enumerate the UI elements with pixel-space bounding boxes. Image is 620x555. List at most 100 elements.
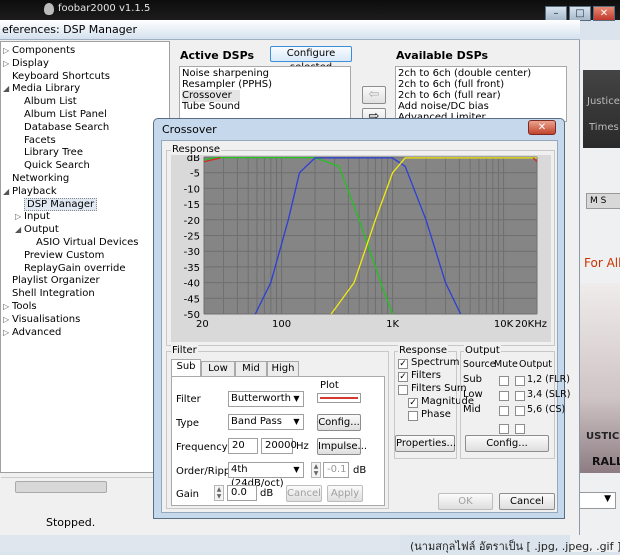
order-select[interactable]: 4th (24dB/oct) ▼ bbox=[228, 462, 304, 489]
y-tick-label: dB bbox=[187, 155, 200, 164]
config-button[interactable]: Config... bbox=[317, 414, 361, 431]
tree-item-label: Facets bbox=[24, 134, 56, 146]
filter-type-select[interactable]: Butterworth ▼ bbox=[228, 391, 304, 407]
tree-item-label: Advanced bbox=[12, 326, 62, 338]
tree-horizontal-scrollbar[interactable] bbox=[1, 477, 171, 495]
tree-item[interactable]: ▷ Advanced bbox=[3, 326, 61, 339]
ok-button[interactable]: OK bbox=[438, 493, 493, 510]
checkbox-filters[interactable]: ✓ bbox=[398, 372, 408, 382]
maximize-button[interactable]: □ bbox=[569, 6, 591, 21]
apply-button[interactable]: Apply bbox=[327, 485, 363, 502]
expand-arrow-icon[interactable]: ▷ bbox=[3, 57, 12, 70]
frequency-high-input[interactable]: 20000 bbox=[261, 438, 297, 454]
app-title: foobar2000 v1.1.5 bbox=[58, 3, 151, 14]
y-tick-label: -30 bbox=[184, 247, 200, 258]
tree-item-label: Album List bbox=[24, 96, 77, 108]
response-options-group: Response ✓ Spectrum ✓ Filters Filters Sum ✓ Ma… bbox=[394, 345, 474, 459]
output-extra-checkbox[interactable] bbox=[499, 424, 509, 434]
checkbox-magnitude[interactable]: ✓ bbox=[408, 398, 418, 408]
tree-item[interactable]: Keyboard Shortcuts bbox=[3, 70, 110, 83]
expand-arrow-icon[interactable]: ▷ bbox=[3, 44, 12, 57]
tree-item[interactable]: Quick Search bbox=[15, 159, 90, 172]
output-checkbox[interactable] bbox=[515, 406, 525, 416]
tree-item[interactable]: ▷ Display bbox=[3, 57, 49, 70]
impulse-button[interactable]: Impulse... bbox=[317, 438, 367, 455]
expand-arrow-icon[interactable]: ◢ bbox=[3, 185, 12, 198]
gain-input[interactable]: 0.0 bbox=[227, 485, 257, 501]
tree-item[interactable]: DSP Manager bbox=[15, 197, 98, 211]
expand-arrow-icon[interactable]: ▷ bbox=[3, 300, 12, 313]
expand-arrow-icon[interactable]: ▷ bbox=[3, 313, 12, 326]
remove-dsp-arrow-icon[interactable]: ⇦ bbox=[362, 86, 386, 104]
background-footer bbox=[0, 535, 400, 552]
tree-item[interactable]: Shell Integration bbox=[3, 287, 95, 300]
y-tick-label: -5 bbox=[190, 169, 200, 180]
tab-sub[interactable]: Sub bbox=[171, 359, 201, 377]
output-checkbox[interactable] bbox=[515, 376, 525, 386]
tree-item[interactable]: Facets bbox=[15, 134, 56, 147]
filter-cancel-button[interactable]: Cancel bbox=[286, 485, 322, 502]
tab-mid[interactable]: Mid bbox=[235, 361, 267, 376]
frequency-unit: Hz bbox=[296, 441, 309, 452]
minimize-button[interactable]: – bbox=[545, 6, 567, 21]
tree-item[interactable]: ▷ Visualisations bbox=[3, 313, 80, 326]
cancel-button[interactable]: Cancel bbox=[499, 493, 555, 510]
tree-item[interactable]: ◢ Media Library bbox=[3, 82, 80, 95]
tree-item-label: Database Search bbox=[24, 121, 110, 133]
properties-button[interactable]: Properties... bbox=[395, 435, 456, 452]
background-ms-label: M S bbox=[586, 193, 620, 209]
scrollbar-thumb[interactable] bbox=[15, 481, 107, 493]
list-item[interactable]: Tube Sound bbox=[182, 101, 240, 113]
plot-color-swatch[interactable] bbox=[317, 393, 361, 403]
gain-spinner[interactable]: ▲ ▼ bbox=[214, 485, 224, 501]
tree-item[interactable]: ASIO Virtual Devices bbox=[27, 236, 138, 249]
tree-item[interactable]: Database Search bbox=[15, 121, 109, 134]
tree-item[interactable]: ◢ Playback bbox=[3, 185, 57, 198]
tab-low[interactable]: Low bbox=[201, 361, 235, 376]
expand-arrow-icon[interactable]: ▷ bbox=[15, 210, 24, 223]
ripple-input[interactable]: -0.1 bbox=[323, 462, 349, 478]
tree-item-label: Media Library bbox=[12, 83, 81, 95]
plot-label: Plot bbox=[320, 380, 339, 391]
checkbox-spectrum[interactable]: ✓ bbox=[398, 359, 408, 369]
tree-item-label: Display bbox=[12, 57, 49, 69]
checkbox-phase[interactable] bbox=[408, 411, 418, 421]
tree-item[interactable]: Album List bbox=[15, 95, 77, 108]
configure-selected-button[interactable]: Configure selected bbox=[270, 46, 352, 73]
chevron-down-icon: ▼ bbox=[604, 494, 611, 504]
tree-item[interactable]: Preview Custom bbox=[15, 249, 104, 262]
tree-item[interactable]: ▷ Components bbox=[3, 44, 75, 57]
mute-checkbox[interactable] bbox=[499, 406, 509, 416]
crossover-close-icon[interactable]: ✕ bbox=[528, 120, 556, 135]
filter-group: Filter Sub Low Mid High Filter Butterwor… bbox=[166, 345, 389, 509]
tree-item-label: Visualisations bbox=[12, 313, 81, 325]
tree-item[interactable]: Networking bbox=[3, 172, 69, 185]
tree-item[interactable]: Album List Panel bbox=[15, 108, 107, 121]
mute-checkbox[interactable] bbox=[499, 391, 509, 401]
type-select[interactable]: Band Pass ▼ bbox=[228, 414, 304, 430]
tree-item[interactable]: ▷ Input bbox=[15, 210, 50, 223]
tab-high[interactable]: High bbox=[267, 361, 299, 376]
frequency-low-input[interactable]: 20 bbox=[228, 438, 258, 454]
expand-arrow-icon[interactable]: ◢ bbox=[3, 82, 12, 95]
foobar-logo-icon bbox=[44, 3, 54, 15]
tree-item[interactable]: ◢ Output bbox=[15, 223, 59, 236]
ripple-spinner[interactable]: ▲ ▼ bbox=[311, 462, 321, 478]
close-icon[interactable]: ✕ bbox=[593, 6, 615, 21]
expand-arrow-icon[interactable]: ▷ bbox=[3, 326, 12, 339]
filter-type-value: Butterworth bbox=[231, 393, 291, 404]
output-config-button[interactable]: Config... bbox=[465, 435, 549, 452]
mute-checkbox[interactable] bbox=[499, 376, 509, 386]
response-group-label: Response bbox=[171, 144, 222, 155]
output-extra-checkbox-2[interactable] bbox=[515, 424, 525, 434]
tree-item[interactable]: ReplayGain override bbox=[15, 262, 126, 275]
available-dsps-list[interactable]: 2ch to 6ch (double center) 2ch to 6ch (fu… bbox=[395, 66, 567, 123]
tree-item[interactable]: Playlist Organizer bbox=[3, 274, 100, 287]
checkbox-filters-sum[interactable] bbox=[398, 385, 408, 395]
tree-item[interactable]: Library Tree bbox=[15, 146, 83, 159]
expand-arrow-icon[interactable]: ◢ bbox=[15, 223, 24, 236]
output-checkbox[interactable] bbox=[515, 391, 525, 401]
tree-item[interactable]: ▷ Tools bbox=[3, 300, 37, 313]
active-dsps-list[interactable]: Noise sharpening Resampler (PPHS) Crossove… bbox=[179, 66, 351, 126]
chevron-down-icon: ▼ bbox=[293, 394, 300, 403]
